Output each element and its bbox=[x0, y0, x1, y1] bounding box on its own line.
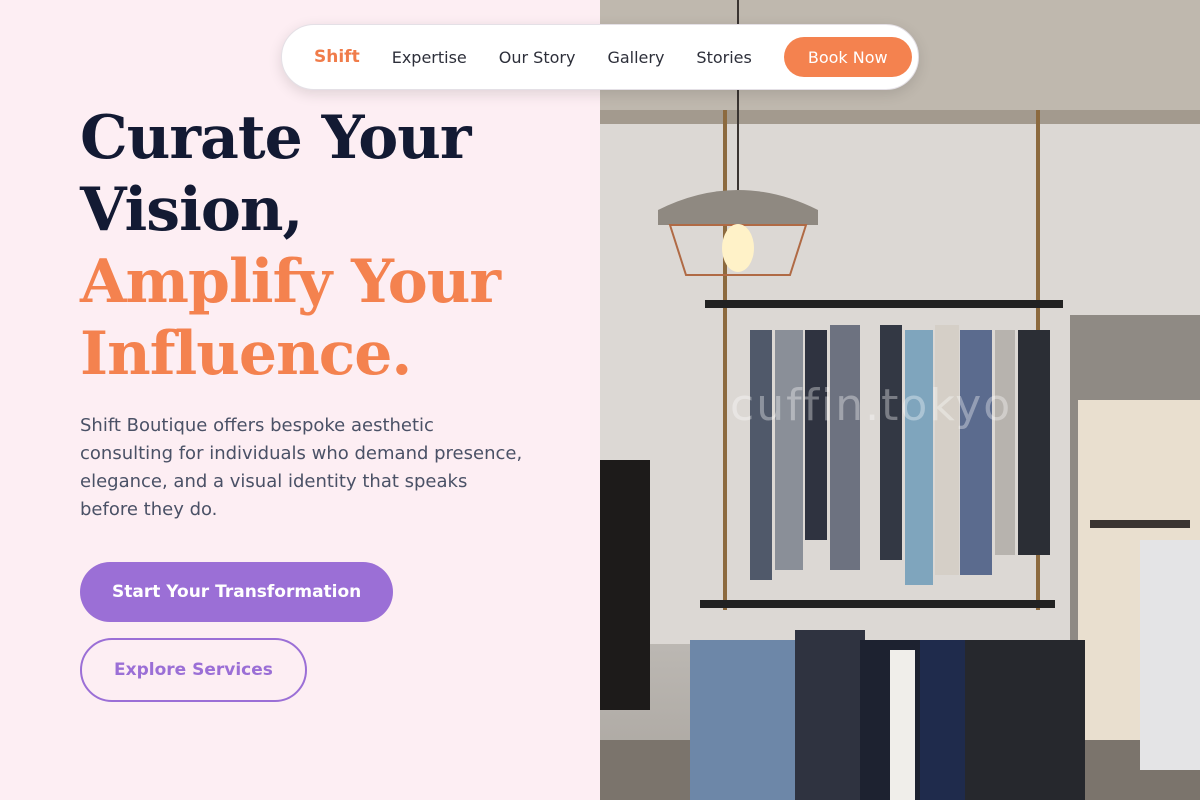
headline-line-2: Vision, bbox=[80, 175, 303, 245]
hero-description: Shift Boutique offers bespoke aesthetic … bbox=[80, 415, 523, 520]
hero-image-panel: cuffin.tokyo bbox=[600, 0, 1200, 800]
explore-services-button[interactable]: Explore Services bbox=[80, 638, 307, 702]
nav-link-stories[interactable]: Stories bbox=[696, 48, 751, 67]
headline-line-4: Influence. bbox=[80, 319, 412, 389]
top-navigation: Shift Expertise Our Story Gallery Storie… bbox=[281, 24, 919, 90]
hero-headline: Curate Your Vision, Amplify Your Influen… bbox=[80, 102, 580, 390]
start-transformation-button[interactable]: Start Your Transformation bbox=[80, 562, 394, 622]
headline-line-1: Curate Your bbox=[80, 103, 472, 173]
nav-link-our-story[interactable]: Our Story bbox=[499, 48, 576, 67]
headline-line-3: Amplify Your bbox=[80, 247, 501, 317]
nav-link-expertise[interactable]: Expertise bbox=[392, 48, 467, 67]
brand-logo-link[interactable]: Shift bbox=[314, 47, 360, 67]
watermark: cuffin.tokyo bbox=[730, 380, 1013, 431]
book-now-button[interactable]: Book Now bbox=[783, 37, 912, 77]
nav-link-gallery[interactable]: Gallery bbox=[607, 48, 664, 67]
